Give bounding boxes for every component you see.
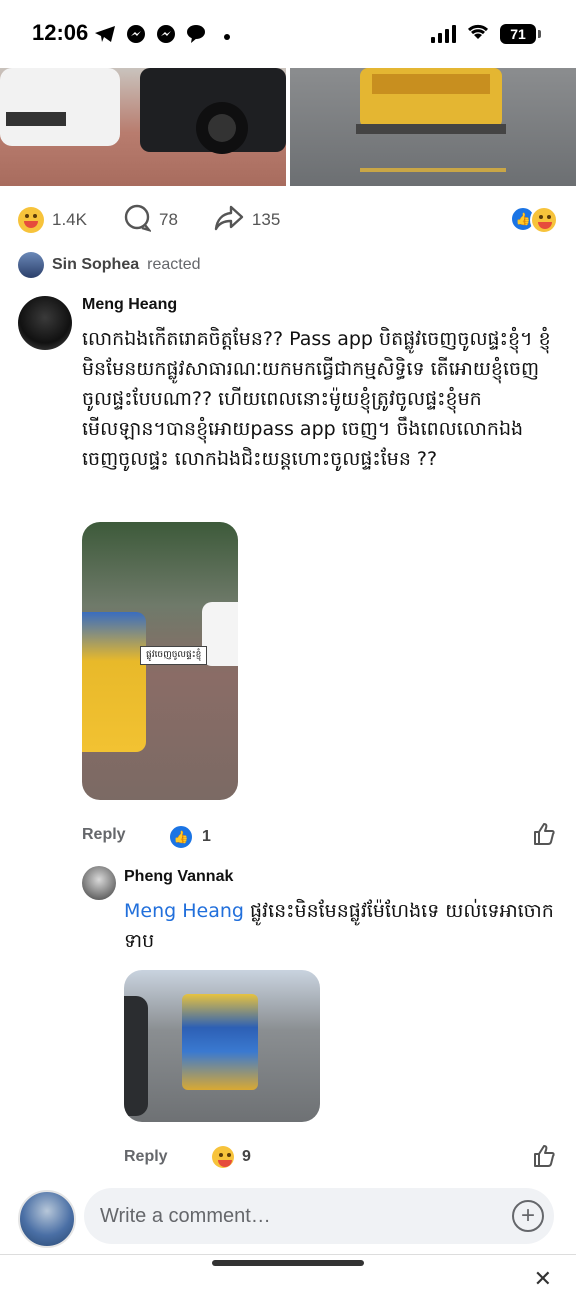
chat-bubble-icon — [186, 24, 206, 49]
close-icon[interactable]: ✕ — [534, 1266, 552, 1292]
comment-composer: Write a comment… + — [0, 1180, 576, 1252]
car-shape — [124, 996, 148, 1116]
more-notifications-dot — [224, 33, 230, 40]
haha-emoji-icon — [18, 207, 44, 233]
comment-like-count[interactable]: 👍 1 — [168, 824, 211, 850]
avatar — [18, 1190, 76, 1248]
like-outline-icon[interactable] — [532, 1144, 556, 1168]
reply-photo[interactable] — [124, 970, 320, 1122]
battery-icon: 71 — [500, 23, 541, 44]
like-count-label: 1 — [202, 828, 211, 845]
bottom-strip — [0, 1254, 576, 1281]
reply-author[interactable]: Pheng Vannak — [124, 868, 233, 886]
status-time: 12:06 — [32, 20, 89, 45]
avatar[interactable] — [18, 296, 72, 350]
reply-button[interactable]: Reply — [124, 1148, 168, 1166]
comment-text: លោកឯងកើតរោគចិត្តមែន?? Pass app បិតផ្លូវច… — [82, 328, 551, 470]
like-outline-icon[interactable] — [532, 822, 556, 846]
system-icons: 71 — [431, 22, 541, 45]
tuktuk-shape — [82, 612, 146, 752]
like-badge-icon: 👍 — [168, 824, 194, 850]
messenger-icon — [126, 24, 146, 49]
status-bar: 12:06 71 — [0, 0, 576, 68]
haha-count-label: 1.4K — [52, 210, 87, 229]
comment-input[interactable]: Write a comment… + — [84, 1188, 554, 1244]
post-photos[interactable] — [0, 68, 576, 186]
reply-actions: Reply 9 — [124, 1144, 558, 1170]
haha-emoji-icon — [212, 1146, 234, 1168]
cellular-signal-icon — [431, 24, 456, 43]
reacted-indicator[interactable]: Sin Sophea reacted — [18, 252, 201, 278]
comments-button[interactable]: 78 — [123, 204, 178, 237]
reacted-label: reacted — [147, 256, 201, 273]
comment-actions: Reply 👍 1 — [82, 822, 558, 850]
comment-placeholder: Write a comment… — [100, 1204, 271, 1227]
reactions-bar: 1.4K 78 135 👍 — [18, 204, 558, 236]
tuktuk-shape — [182, 994, 258, 1090]
comment-video-thumbnail[interactable]: ផ្លូវចេញចូលផ្ទះខ្ញុំ — [82, 522, 238, 800]
notification-icons — [94, 24, 230, 49]
reply-button[interactable]: Reply — [82, 826, 126, 844]
home-indicator[interactable] — [212, 1260, 364, 1266]
haha-count-label: 9 — [242, 1148, 251, 1165]
post-photo-right[interactable] — [290, 68, 576, 186]
haha-badge-icon — [530, 206, 558, 234]
media-caption: ផ្លូវចេញចូលផ្ទះខ្ញុំ — [140, 646, 208, 665]
comment-icon — [123, 204, 153, 237]
reply-haha-count[interactable]: 9 — [212, 1146, 251, 1168]
reactor-name: Sin Sophea — [52, 256, 140, 273]
mention-link[interactable]: Meng Heang — [124, 900, 244, 922]
messenger-icon-2 — [156, 24, 176, 49]
add-attachment-icon[interactable]: + — [512, 1200, 544, 1232]
comments-count-label: 78 — [158, 210, 178, 229]
wifi-icon — [466, 22, 490, 45]
car-shape — [202, 602, 238, 666]
comment-author[interactable]: Meng Heang — [82, 296, 177, 314]
shares-count-label: 135 — [251, 210, 281, 229]
avatar — [18, 252, 44, 278]
reply-text: Meng Heang ផ្លូវនេះមិនមែនផ្លូវម៉ែហែងទេ យ… — [124, 896, 558, 956]
haha-reaction-count[interactable]: 1.4K — [18, 207, 87, 233]
post-photo-left[interactable] — [0, 68, 286, 186]
share-icon — [214, 205, 244, 236]
avatar[interactable] — [82, 866, 116, 900]
share-button[interactable]: 135 — [214, 205, 280, 236]
telegram-icon — [94, 25, 116, 48]
reaction-summary-icons[interactable]: 👍 — [510, 206, 558, 234]
